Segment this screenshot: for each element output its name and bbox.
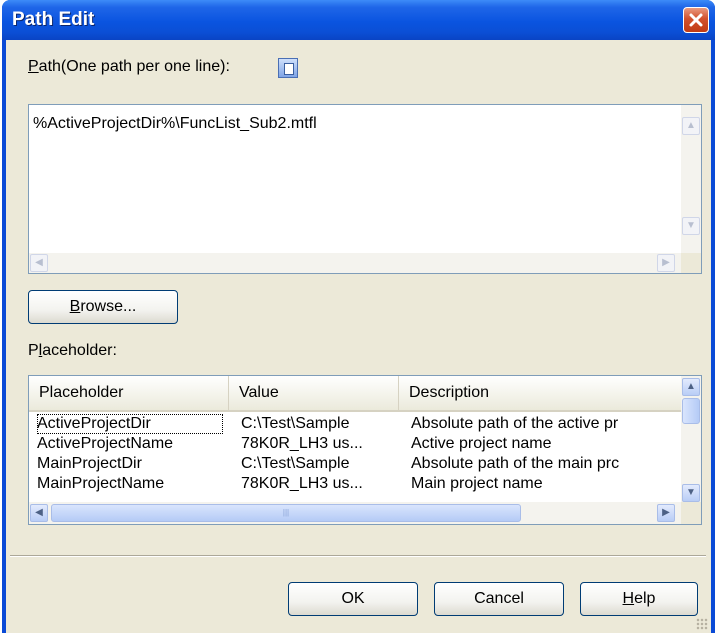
- list-rows: ActiveProjectDir C:\Test\Sample Absolute…: [29, 414, 681, 494]
- right-arrow-icon[interactable]: ▶: [657, 254, 675, 272]
- close-button[interactable]: [683, 7, 709, 33]
- path-textarea[interactable]: %ActiveProjectDir%\FuncList_Sub2.mtfl ▲ …: [28, 104, 702, 274]
- separator-line: [10, 555, 706, 557]
- row-value: 78K0R_LH3 us...: [241, 435, 363, 452]
- row-description: Absolute path of the main prc: [411, 455, 620, 472]
- cancel-button[interactable]: Cancel: [434, 582, 564, 616]
- resize-grip-icon[interactable]: [696, 618, 708, 630]
- table-row[interactable]: ActiveProjectDir C:\Test\Sample Absolute…: [29, 414, 681, 434]
- list-header: Placeholder Value Description: [29, 376, 681, 412]
- path-textarea-value[interactable]: %ActiveProjectDir%\FuncList_Sub2.mtfl: [33, 115, 317, 133]
- row-description: Active project name: [411, 435, 552, 452]
- ok-button[interactable]: OK: [288, 582, 418, 616]
- path-edit-dialog: Path Edit Path(One path per one line): %…: [2, 0, 715, 633]
- browse-button[interactable]: Browse...: [28, 290, 178, 324]
- up-arrow-icon[interactable]: ▲: [682, 378, 700, 396]
- title-bar[interactable]: Path Edit: [2, 0, 715, 40]
- row-description: Main project name: [411, 475, 543, 492]
- row-placeholder[interactable]: ActiveProjectDir: [37, 414, 223, 434]
- list-scroll-corner: [681, 502, 701, 524]
- close-x-icon: [689, 13, 703, 27]
- placeholder-list[interactable]: Placeholder Value Description ActiveProj…: [28, 375, 702, 525]
- list-horizontal-scrollbar[interactable]: ◀ ||| ▶: [29, 502, 681, 524]
- path-vertical-scrollbar[interactable]: ▲ ▼: [681, 105, 701, 253]
- table-row[interactable]: MainProjectDir C:\Test\Sample Absolute p…: [29, 454, 681, 474]
- right-arrow-icon[interactable]: ▶: [657, 504, 675, 522]
- table-row[interactable]: MainProjectName 78K0R_LH3 us... Main pro…: [29, 474, 681, 494]
- left-arrow-icon[interactable]: ◀: [30, 254, 48, 272]
- row-placeholder[interactable]: MainProjectDir: [37, 454, 223, 474]
- row-value: C:\Test\Sample: [241, 455, 350, 472]
- row-description: Absolute path of the active pr: [411, 415, 619, 432]
- list-vertical-scrollbar[interactable]: ▲ ▼: [681, 376, 701, 504]
- down-arrow-icon[interactable]: ▼: [682, 484, 700, 502]
- placeholder-label: Placeholder:: [28, 342, 117, 359]
- row-value: C:\Test\Sample: [241, 415, 350, 432]
- table-row[interactable]: ActiveProjectName 78K0R_LH3 us... Active…: [29, 434, 681, 454]
- dialog-client-area: Path(One path per one line): %ActiveProj…: [6, 40, 711, 633]
- up-arrow-icon[interactable]: ▲: [682, 117, 700, 135]
- row-value: 78K0R_LH3 us...: [241, 475, 363, 492]
- info-icon[interactable]: [278, 58, 298, 78]
- list-vertical-thumb[interactable]: [682, 398, 700, 424]
- help-button[interactable]: Help: [580, 582, 698, 616]
- left-arrow-icon[interactable]: ◀: [30, 504, 48, 522]
- list-horizontal-thumb[interactable]: |||: [51, 504, 521, 522]
- column-header-placeholder[interactable]: Placeholder: [29, 376, 229, 410]
- window-title: Path Edit: [12, 9, 95, 30]
- column-header-description[interactable]: Description: [399, 376, 681, 410]
- column-header-value[interactable]: Value: [229, 376, 399, 410]
- row-placeholder[interactable]: MainProjectName: [37, 474, 223, 494]
- row-placeholder[interactable]: ActiveProjectName: [37, 434, 223, 454]
- path-horizontal-scrollbar[interactable]: ◀ ▶: [29, 253, 681, 273]
- scroll-corner: [681, 253, 701, 273]
- down-arrow-icon[interactable]: ▼: [682, 217, 700, 235]
- path-label: Path(One path per one line):: [28, 58, 230, 75]
